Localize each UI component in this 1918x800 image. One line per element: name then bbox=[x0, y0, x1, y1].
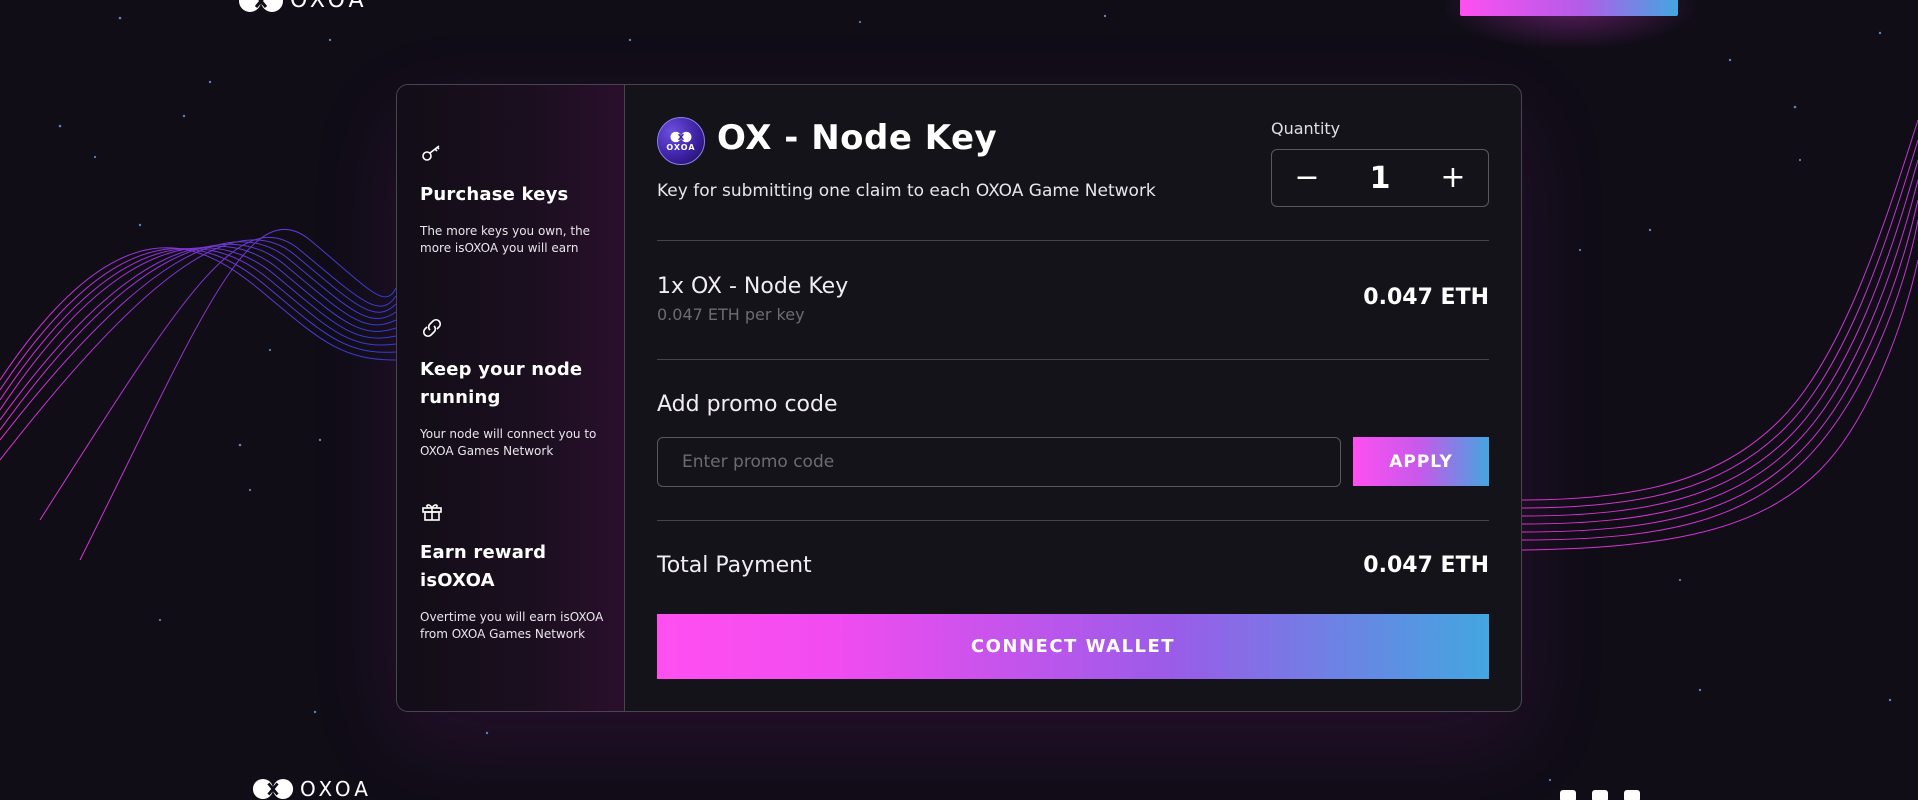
promo-code-label: Add promo code bbox=[657, 392, 838, 417]
oxoa-logo-icon bbox=[252, 778, 294, 800]
feature-title: Keep your node running bbox=[420, 359, 583, 408]
product-logo-text: OXOA bbox=[666, 142, 696, 152]
logo-text: OXOA bbox=[300, 777, 372, 800]
connect-wallet-button[interactable]: CONNECT WALLET bbox=[657, 614, 1489, 679]
feature-description: Your node will connect you to OXOA Games… bbox=[420, 427, 597, 458]
link-icon bbox=[422, 318, 442, 338]
feature-description: The more keys you own, the more isOXOA y… bbox=[420, 224, 591, 255]
divider bbox=[657, 520, 1489, 521]
product-logo: OXOA bbox=[657, 117, 705, 165]
social-links bbox=[1560, 790, 1640, 800]
quantity-label: Quantity bbox=[1271, 119, 1341, 138]
feature-keep-node-running: Keep your node running Your node will co… bbox=[420, 316, 610, 460]
telegram-icon[interactable] bbox=[1624, 790, 1640, 800]
line-item-price: 0.047 ETH bbox=[1363, 285, 1489, 310]
logo-text: OXOA bbox=[290, 0, 368, 13]
oxoa-logo-icon bbox=[239, 0, 283, 12]
header-logo[interactable]: OXOA bbox=[238, 0, 368, 13]
promo-code-input[interactable] bbox=[657, 437, 1341, 487]
feature-purchase-keys: Purchase keys The more keys you own, the… bbox=[420, 141, 610, 257]
decrease-quantity-button[interactable]: − bbox=[1272, 149, 1342, 207]
header-cta-button[interactable] bbox=[1460, 0, 1678, 16]
quantity-stepper: − 1 + bbox=[1271, 149, 1489, 207]
divider bbox=[657, 359, 1489, 360]
features-sidebar: Purchase keys The more keys you own, the… bbox=[397, 85, 625, 711]
feature-title: Earn reward isOXOA bbox=[420, 542, 547, 591]
total-payment-label: Total Payment bbox=[657, 553, 812, 578]
product-title: OX - Node Key bbox=[717, 118, 998, 158]
quantity-value: 1 bbox=[1369, 160, 1391, 196]
twitter-icon[interactable] bbox=[1560, 790, 1576, 800]
discord-icon[interactable] bbox=[1592, 790, 1608, 800]
apply-promo-button[interactable]: APPLY bbox=[1353, 437, 1489, 486]
product-subtitle: Key for submitting one claim to each OXO… bbox=[657, 181, 1156, 201]
feature-earn-reward: Earn reward isOXOA Overtime you will ear… bbox=[420, 499, 610, 643]
total-payment-value: 0.047 ETH bbox=[1363, 553, 1489, 578]
feature-description: Overtime you will earn isOXOA from OXOA … bbox=[420, 610, 604, 641]
feature-title: Purchase keys bbox=[420, 184, 569, 205]
key-icon bbox=[422, 145, 440, 161]
footer-logo[interactable]: OXOA bbox=[252, 777, 372, 800]
line-item-name: 1x OX - Node Key bbox=[657, 274, 849, 299]
line-item-unit-price: 0.047 ETH per key bbox=[657, 305, 805, 324]
checkout-panel: OXOA OX - Node Key Key for submitting on… bbox=[657, 85, 1489, 711]
purchase-card: Purchase keys The more keys you own, the… bbox=[396, 84, 1522, 712]
gift-icon bbox=[422, 504, 442, 521]
divider bbox=[657, 240, 1489, 241]
increase-quantity-button[interactable]: + bbox=[1418, 149, 1488, 207]
oxoa-logo-icon bbox=[670, 131, 692, 142]
